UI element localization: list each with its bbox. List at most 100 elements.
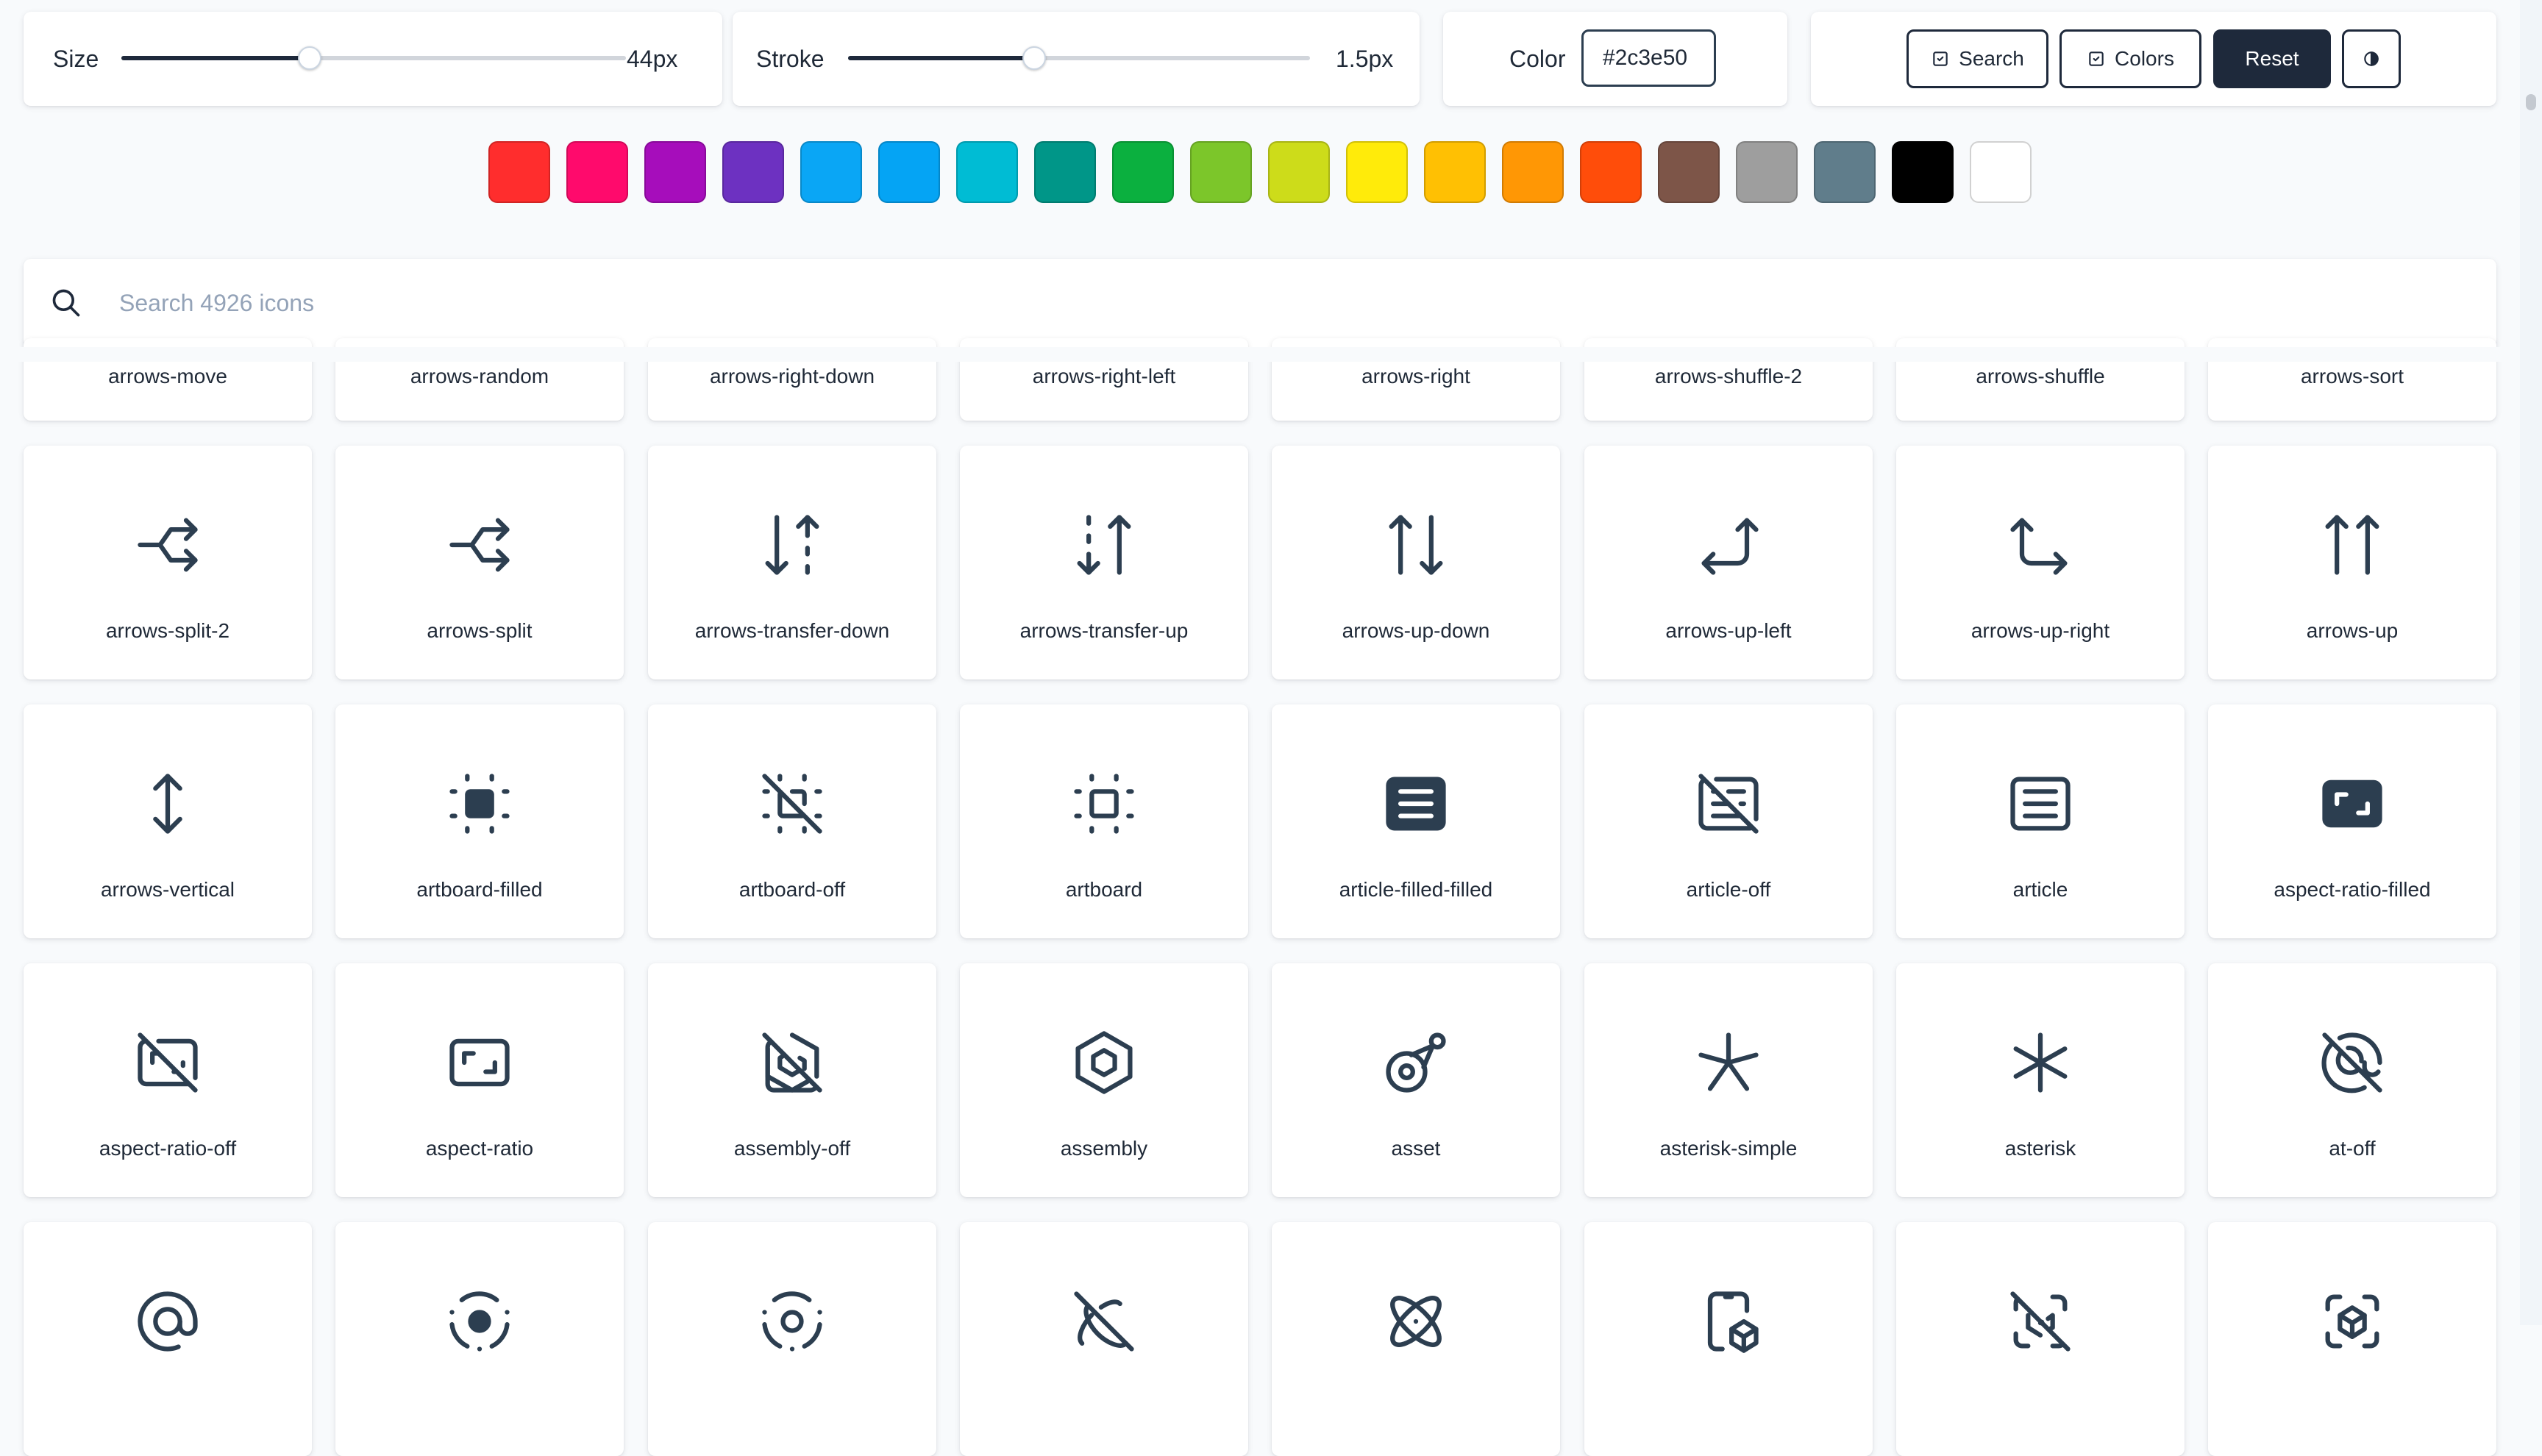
page-scrollbar[interactable] <box>2520 0 2542 1325</box>
color-swatch[interactable] <box>1502 141 1564 203</box>
checkbox-checked-icon <box>2089 51 2104 66</box>
icon-tile[interactable] <box>2208 1222 2496 1456</box>
color-swatch[interactable] <box>488 141 550 203</box>
atom-off-icon <box>960 1285 1248 1358</box>
atom-icon <box>1272 1285 1560 1358</box>
color-swatch[interactable] <box>1736 141 1798 203</box>
scrollbar-thumb[interactable] <box>2526 94 2536 110</box>
icon-tile[interactable]: assembly <box>960 963 1248 1197</box>
icon-tile[interactable]: artboard <box>960 704 1248 938</box>
article-icon <box>1896 767 2185 841</box>
transfer-up-icon <box>960 508 1248 582</box>
transfer-down-icon <box>648 508 936 582</box>
checkbox-checked-icon <box>1933 51 1948 66</box>
icon-tile[interactable]: asterisk <box>1896 963 2185 1197</box>
icon-tile[interactable]: article-filled-filled <box>1272 704 1560 938</box>
color-swatch[interactable] <box>1112 141 1174 203</box>
icon-tile[interactable]: arrows-up <box>2208 446 2496 679</box>
colors-toggle-button[interactable]: Colors <box>2059 29 2201 88</box>
stroke-slider[interactable] <box>848 46 1310 70</box>
color-swatch[interactable] <box>1268 141 1330 203</box>
color-swatch[interactable] <box>1346 141 1408 203</box>
icon-name-label: article <box>2012 878 2068 901</box>
icon-tile[interactable] <box>335 1222 624 1456</box>
grid-top-mask <box>0 347 2516 362</box>
icon-tile[interactable] <box>24 1222 312 1456</box>
color-swatch[interactable] <box>1580 141 1642 203</box>
icon-tile[interactable]: arrows-split-2 <box>24 446 312 679</box>
icon-tile[interactable]: artboard-filled <box>335 704 624 938</box>
icon-tile[interactable]: at-off <box>2208 963 2496 1197</box>
asset-icon <box>1272 1026 1560 1099</box>
color-swatch[interactable] <box>800 141 862 203</box>
reset-button[interactable]: Reset <box>2213 29 2331 88</box>
icon-tile[interactable]: aspect-ratio-off <box>24 963 312 1197</box>
icon-name-label: assembly-off <box>733 1137 851 1160</box>
aspect-filled-icon <box>2208 767 2496 841</box>
search-toggle-button[interactable]: Search <box>1906 29 2048 88</box>
icon-tile[interactable]: asterisk-simple <box>1584 963 1873 1197</box>
stroke-slider-thumb[interactable] <box>1022 46 1047 70</box>
color-swatch[interactable] <box>566 141 628 203</box>
icon-tile[interactable]: arrows-up-right <box>1896 446 2185 679</box>
icon-tile[interactable] <box>1272 1222 1560 1456</box>
icon-name-label: arrows-up-down <box>1342 619 1490 642</box>
color-swatch[interactable] <box>644 141 706 203</box>
icon-tile[interactable] <box>1896 1222 2185 1456</box>
icon-name-label: at-off <box>2329 1137 2376 1160</box>
search-bar[interactable]: Search 4926 icons <box>24 259 2496 347</box>
icon-tile[interactable]: arrows-vertical <box>24 704 312 938</box>
icon-tile[interactable]: assembly-off <box>648 963 936 1197</box>
icon-name-label: asterisk <box>2004 1137 2076 1160</box>
icon-name-label: arrows-up-left <box>1665 619 1792 642</box>
icon-name-label: assembly <box>1060 1137 1148 1160</box>
icon-tile[interactable]: article-off <box>1584 704 1873 938</box>
icon-name-label: arrows-right-down <box>709 365 875 388</box>
artboard-filled-icon <box>335 767 624 841</box>
color-label: Color <box>1509 46 1566 72</box>
icon-tile[interactable] <box>960 1222 1248 1456</box>
icon-name-label: aspect-ratio-filled <box>2274 878 2431 901</box>
colors-toggle-label: Colors <box>2115 47 2174 70</box>
icon-tile[interactable]: aspect-ratio <box>335 963 624 1197</box>
up-down-icon <box>1272 508 1560 582</box>
icon-tile[interactable]: asset <box>1272 963 1560 1197</box>
color-swatch[interactable] <box>1970 141 2032 203</box>
artboard-icon <box>960 767 1248 841</box>
icon-name-label: artboard-off <box>738 878 846 901</box>
icon-tile[interactable]: article <box>1896 704 2185 938</box>
icon-tile[interactable]: arrows-up-left <box>1584 446 1873 679</box>
aspect-icon <box>335 1026 624 1099</box>
color-swatch[interactable] <box>878 141 940 203</box>
color-swatch[interactable] <box>1658 141 1720 203</box>
color-swatch[interactable] <box>1034 141 1096 203</box>
theme-toggle-button[interactable] <box>2342 29 2401 88</box>
icon-name-label: arrows-transfer-up <box>1019 619 1189 642</box>
asterisk-simple-icon <box>1584 1026 1873 1099</box>
color-swatch[interactable] <box>722 141 784 203</box>
color-input[interactable]: #2c3e50 <box>1581 29 1716 87</box>
size-slider-fill <box>121 56 308 60</box>
icon-tile[interactable]: arrows-transfer-up <box>960 446 1248 679</box>
color-swatch[interactable] <box>1424 141 1486 203</box>
icon-tile[interactable] <box>1584 1222 1873 1456</box>
color-swatch[interactable] <box>956 141 1018 203</box>
size-slider-thumb[interactable] <box>297 46 321 70</box>
icon-tile[interactable]: arrows-split <box>335 446 624 679</box>
icon-name-label: arrows-sort <box>2300 365 2404 388</box>
icon-name-label: article-off <box>1686 878 1771 901</box>
icon-tile[interactable]: arrows-up-down <box>1272 446 1560 679</box>
size-slider[interactable] <box>121 46 626 70</box>
color-swatch[interactable] <box>1892 141 1954 203</box>
icon-tile[interactable]: aspect-ratio-filled <box>2208 704 2496 938</box>
icon-tile[interactable]: artboard-off <box>648 704 936 938</box>
article-off-icon <box>1584 767 1873 841</box>
up-right-icon <box>1896 508 2185 582</box>
icon-name-label: arrows-transfer-down <box>694 619 890 642</box>
icon-tile[interactable]: arrows-transfer-down <box>648 446 936 679</box>
icon-name-label: aspect-ratio <box>425 1137 534 1160</box>
color-swatch[interactable] <box>1814 141 1876 203</box>
search-input[interactable]: Search 4926 icons <box>119 259 314 347</box>
color-swatch[interactable] <box>1190 141 1252 203</box>
icon-tile[interactable] <box>648 1222 936 1456</box>
